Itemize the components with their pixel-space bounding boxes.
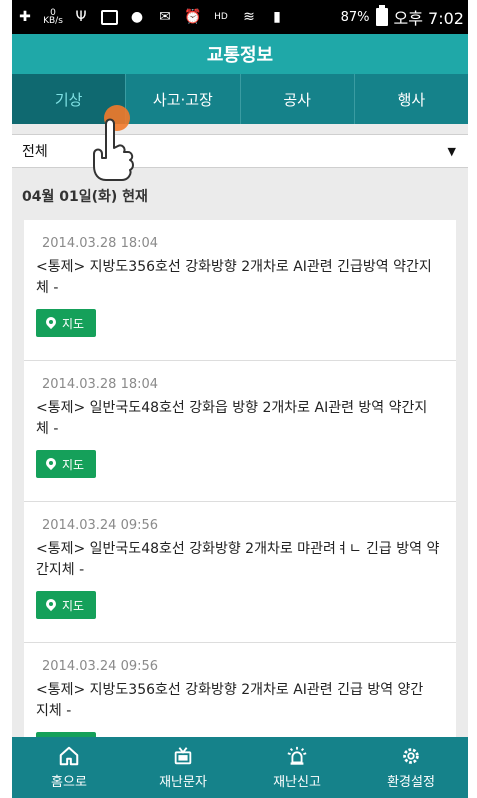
map-button[interactable]: 지도 — [36, 450, 97, 478]
dropdown-arrow-icon: ▼ — [447, 144, 456, 158]
map-button[interactable]: 지도 — [36, 591, 97, 619]
item-text: <통제> 일반국도48호선 강화읍 방향 2개차로 AI관련 방역 약간지체 - — [36, 400, 428, 437]
region-select[interactable]: 전체 ▼ — [12, 134, 468, 168]
map-button-label: 지도 — [62, 457, 85, 472]
nav-label: 환경설정 — [387, 775, 435, 790]
nav-settings[interactable]: 환경설정 — [354, 737, 468, 798]
map-pin-icon — [46, 599, 56, 611]
network-speed-icon: 0 KB/s — [43, 8, 63, 26]
map-button-label: 지도 — [62, 598, 85, 613]
select-value: 전체 — [22, 144, 48, 160]
tab-bar: 기상 사고·고장 공사 행사 — [12, 74, 468, 124]
tab-event[interactable]: 행사 — [355, 74, 468, 124]
date-header: 04월 01일(화) 현재 — [22, 189, 148, 205]
wifi-icon: ≋ — [243, 9, 255, 25]
gear-icon — [403, 748, 419, 764]
nav-label: 재난문자 — [159, 775, 207, 790]
plus-icon: ✚ — [19, 9, 31, 25]
traffic-list: 2014.03.28 18:04 <통제> 지방도356호선 강화방향 2개차로… — [24, 220, 456, 784]
mail-icon: ✉ — [159, 9, 171, 25]
item-text: <통제> 지방도356호선 강화방향 2개차로 AI관련 긴급 방역 양간 지체… — [36, 682, 424, 719]
tab-construction[interactable]: 공사 — [241, 74, 355, 124]
filter-area: 전체 ▼ — [12, 124, 468, 178]
tab-accident[interactable]: 사고·고장 — [126, 74, 241, 124]
map-pin-icon — [46, 317, 56, 329]
device-frame-left — [0, 0, 12, 798]
list-item[interactable]: 2014.03.24 09:56 <통제> 일반국도48호선 강화방향 2개차로… — [24, 502, 456, 643]
device-frame-right — [468, 0, 477, 798]
tab-weather[interactable]: 기상 — [12, 74, 127, 124]
nav-home[interactable]: 홈으로 — [12, 737, 126, 798]
hd-voice-icon: HD — [214, 12, 228, 22]
siren-icon — [287, 746, 307, 765]
status-bar: ✚ 0 KB/s Ψ ● ✉ ⏰ HD ≋ ▮ 87% 오후 7:02 — [12, 0, 468, 34]
item-date: 2014.03.28 18:04 — [42, 236, 159, 251]
app: ✚ 0 KB/s Ψ ● ✉ ⏰ HD ≋ ▮ 87% 오후 7:02 교통정보 … — [12, 0, 468, 798]
map-button[interactable]: 지도 — [36, 309, 97, 337]
screenshot-icon — [100, 8, 118, 26]
item-date: 2014.03.24 09:56 — [42, 518, 159, 533]
usb-icon: Ψ — [75, 9, 87, 25]
list-item[interactable]: 2014.03.28 18:04 <통제> 지방도356호선 강화방향 2개차로… — [24, 220, 456, 361]
battery-icon — [375, 5, 388, 26]
item-text: <통제> 일반국도48호선 강화방향 2개차로 먀관려ㅕㄴ 긴급 방역 약간지체… — [36, 541, 440, 578]
item-date: 2014.03.28 18:04 — [42, 377, 159, 392]
map-pin-icon — [46, 458, 56, 470]
nav-disaster-report[interactable]: 재난신고 — [240, 737, 354, 798]
item-date: 2014.03.24 09:56 — [42, 659, 159, 674]
home-icon — [59, 746, 79, 766]
nav-label: 홈으로 — [51, 775, 87, 790]
tv-icon — [174, 747, 192, 765]
bottom-nav: 홈으로 재난문자 재난신고 환경설정 — [12, 737, 468, 798]
nav-disaster-message[interactable]: 재난문자 — [126, 737, 240, 798]
alarm-icon: ⏰ — [184, 9, 202, 25]
message-icon: ● — [130, 9, 144, 25]
page-title: 교통정보 — [12, 34, 468, 74]
nav-label: 재난신고 — [273, 775, 321, 790]
battery-percent: 87% — [340, 9, 370, 25]
list-item[interactable]: 2014.03.28 18:04 <통제> 일반국도48호선 강화읍 방향 2개… — [24, 361, 456, 502]
item-text: <통제> 지방도356호선 강화방향 2개차로 AI관련 긴급방역 약간지체 - — [36, 259, 432, 296]
clock: 오후 7:02 — [393, 9, 464, 28]
map-button-label: 지도 — [62, 316, 85, 331]
signal-icon: ▮ — [273, 9, 281, 25]
